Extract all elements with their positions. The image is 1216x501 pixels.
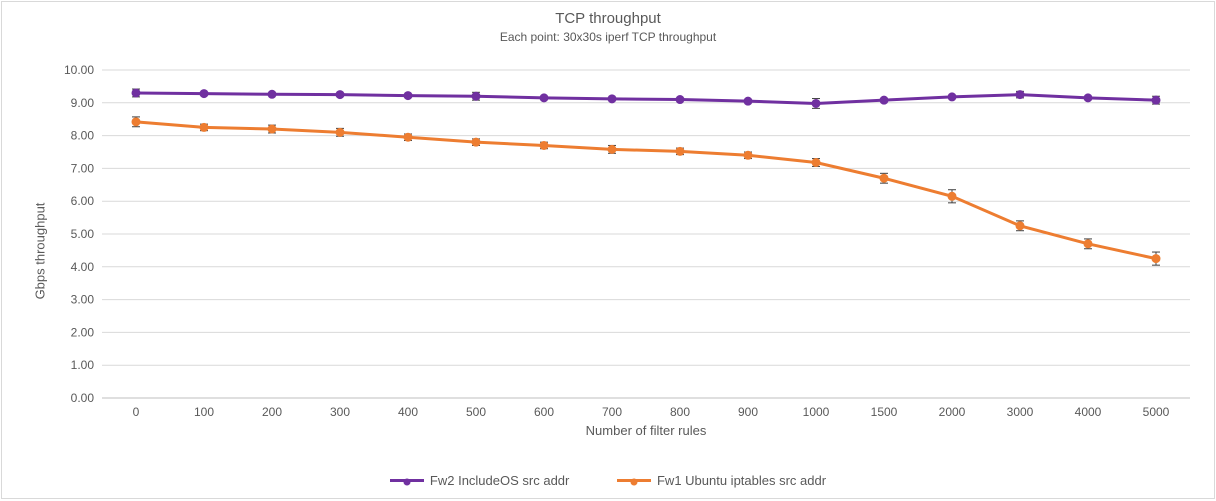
svg-text:7.00: 7.00 [71, 161, 95, 175]
x-axis-title: Number of filter rules [102, 423, 1190, 438]
svg-text:100: 100 [194, 405, 214, 419]
svg-text:900: 900 [738, 405, 758, 419]
svg-text:9.00: 9.00 [71, 96, 95, 110]
legend: .legend .item:nth-child(1) .swatch::afte… [2, 470, 1214, 488]
legend-swatch-a: .legend .item:nth-child(1) .swatch::afte… [390, 479, 424, 482]
svg-text:400: 400 [398, 405, 418, 419]
chart-title: TCP throughput [2, 2, 1214, 28]
svg-text:1500: 1500 [871, 405, 898, 419]
svg-text:5000: 5000 [1143, 405, 1170, 419]
svg-text:0.00: 0.00 [71, 391, 95, 405]
svg-text:3000: 3000 [1007, 405, 1034, 419]
plot-svg: 0.001.002.003.004.005.006.007.008.009.00… [102, 70, 1190, 398]
legend-item-a: .legend .item:nth-child(1) .swatch::afte… [390, 473, 569, 488]
svg-text:3.00: 3.00 [71, 293, 95, 307]
svg-text:2.00: 2.00 [71, 325, 95, 339]
svg-text:6.00: 6.00 [71, 194, 95, 208]
svg-text:1.00: 1.00 [71, 358, 95, 372]
svg-text:4000: 4000 [1075, 405, 1102, 419]
svg-text:600: 600 [534, 405, 554, 419]
svg-text:4.00: 4.00 [71, 260, 95, 274]
chart-subtitle: Each point: 30x30s iperf TCP throughput [2, 28, 1214, 44]
svg-text:500: 500 [466, 405, 486, 419]
svg-text:10.00: 10.00 [64, 63, 94, 77]
legend-label-a: Fw2 IncludeOS src addr [430, 473, 569, 488]
svg-text:700: 700 [602, 405, 622, 419]
svg-text:1000: 1000 [803, 405, 830, 419]
svg-text:800: 800 [670, 405, 690, 419]
svg-text:200: 200 [262, 405, 282, 419]
legend-swatch-b: .legend .item:nth-child(2) .swatch::afte… [617, 479, 651, 482]
svg-text:8.00: 8.00 [71, 129, 95, 143]
svg-text:5.00: 5.00 [71, 227, 95, 241]
svg-text:2000: 2000 [939, 405, 966, 419]
plot-area: 0.001.002.003.004.005.006.007.008.009.00… [102, 70, 1190, 398]
svg-text:300: 300 [330, 405, 350, 419]
svg-text:0: 0 [133, 405, 140, 419]
plot-wrap: Gbps throughput 0.001.002.003.004.005.00… [32, 58, 1200, 444]
chart-frame: TCP throughput Each point: 30x30s iperf … [1, 1, 1215, 499]
y-axis-title: Gbps throughput [33, 203, 48, 300]
legend-item-b: .legend .item:nth-child(2) .swatch::afte… [617, 473, 826, 488]
legend-label-b: Fw1 Ubuntu iptables src addr [657, 473, 826, 488]
